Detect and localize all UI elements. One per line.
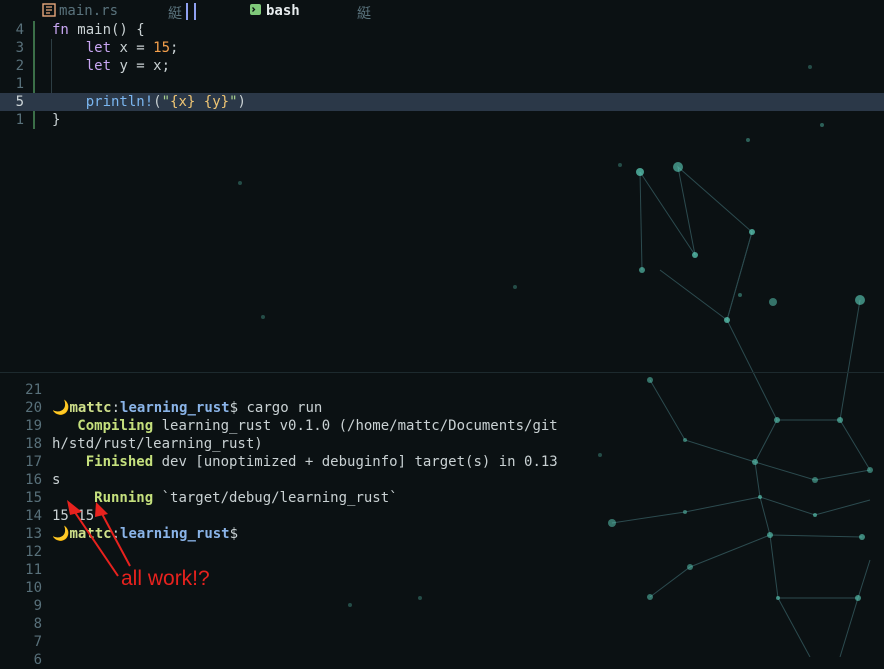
code-token: ( <box>153 94 162 110</box>
line-number: 2 <box>15 58 24 74</box>
code-token: fn <box>52 22 69 38</box>
terminal-line-compiling-wrap: h/std/rust/learning_rust) <box>0 417 884 452</box>
code-token: ) <box>237 94 246 110</box>
line-number: 1 <box>15 76 24 92</box>
code-token: x = <box>111 40 154 56</box>
code-token: main() { <box>68 22 145 38</box>
line-number: 4 <box>15 22 24 38</box>
code-text: let x = 15; <box>52 39 179 57</box>
terminal-line-prompt[interactable]: 🌙mattc:learning_rust$ <box>0 507 884 542</box>
code-token: ; <box>170 40 179 56</box>
terminal-line-number: 9 <box>33 598 42 614</box>
code-line[interactable]: 3 let x = 15; <box>0 39 884 57</box>
code-area[interactable]: 4 fn main() {3 let x = 15; 2 let y = x; 1 5 … <box>0 21 884 129</box>
terminal-line-output: 15 15 <box>0 489 884 524</box>
prompt-path: learning_rust <box>120 526 230 542</box>
terminal-line-number: 11 <box>25 562 42 578</box>
terminal-line-finished-wrap: s <box>0 453 884 488</box>
code-token: } <box>52 112 61 128</box>
code-token: y = x; <box>111 58 171 74</box>
code-text: println!("{x} {y}") <box>52 93 246 111</box>
code-line[interactable]: 4 fn main() { <box>0 21 884 39</box>
editor-pane[interactable]: main.rs 綎 bash 綎 4 fn main() {3 let x = 1… <box>0 0 884 372</box>
code-line[interactable]: 1} <box>0 111 884 129</box>
line-number: 3 <box>15 40 24 56</box>
terminal-line-command: 🌙mattc:learning_rust$ cargo run <box>0 381 884 416</box>
tab-marker-icon: 綎 <box>168 6 182 22</box>
code-token: let <box>85 40 112 56</box>
code-token: {x} <box>170 94 196 110</box>
code-text: } <box>52 111 60 129</box>
code-line[interactable]: 2 let y = x; <box>0 57 884 75</box>
terminal-line-running: Running `target/debug/learning_rust` <box>0 471 884 506</box>
terminal-pane[interactable]: 21 20 19 18 17 16 15 14 13 12 11 10 9 8 7 6 🌙mattc:lear… <box>0 372 884 668</box>
code-token: " <box>161 94 171 110</box>
prompt-dollar: $ <box>229 526 239 542</box>
code-token: " <box>229 94 238 110</box>
terminal-line-number: 7 <box>33 634 42 650</box>
prompt-user: mattc <box>69 526 112 542</box>
rust-file-icon <box>42 3 56 17</box>
tab-separator <box>186 3 188 20</box>
prompt-separator: : <box>111 526 121 542</box>
tab-bash-label: bash <box>266 3 300 19</box>
tab-bash[interactable]: bash <box>249 3 300 19</box>
terminal-line-number: 10 <box>25 580 42 596</box>
moon-icon: 🌙 <box>52 526 70 542</box>
code-token: println! <box>85 94 154 110</box>
annotation-text: all work!? <box>121 567 210 590</box>
terminal-line-number: 8 <box>33 616 42 632</box>
terminal-line-finished: Finished dev [unoptimized + debuginfo] t… <box>0 435 884 470</box>
editor-tabbar: main.rs 綎 bash 綎 <box>0 0 884 22</box>
terminal-line-number: 6 <box>33 652 42 668</box>
tab-file-label: main.rs <box>59 3 119 19</box>
code-line[interactable]: 1 <box>0 75 884 93</box>
code-token: {y} <box>203 94 230 110</box>
code-text: fn main() { <box>52 21 145 39</box>
code-text: let y = x; <box>52 57 170 75</box>
code-token: let <box>85 58 112 74</box>
code-token: 15 <box>153 40 171 56</box>
tab-marker-icon-2: 綎 <box>357 6 371 22</box>
tab-main-rs[interactable]: main.rs <box>42 3 118 19</box>
code-line-current[interactable]: 5 println!("{x} {y}") <box>0 93 884 111</box>
line-number: 5 <box>15 94 24 110</box>
line-number: 1 <box>15 112 24 128</box>
tab-separator-2 <box>194 3 196 20</box>
terminal-icon <box>249 3 263 17</box>
terminal-line-compiling: Compiling learning_rust v0.1.0 (/home/ma… <box>0 399 884 434</box>
